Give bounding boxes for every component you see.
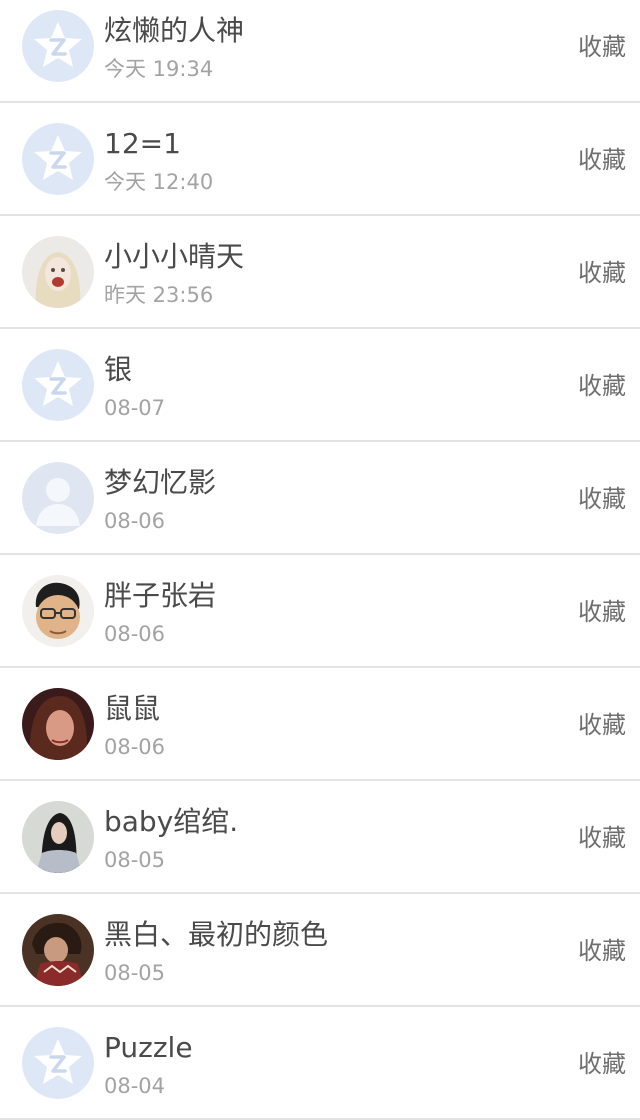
list-item[interactable]: 黑白、最初的颜色 08-05 收藏 — [0, 894, 640, 1007]
qq-star-default-avatar-icon[interactable] — [22, 349, 94, 421]
contact-name: 胖子张岩 — [104, 579, 217, 612]
list-item[interactable]: 银 08-07 收藏 — [0, 329, 640, 442]
favorite-label: 收藏 — [578, 1050, 626, 1078]
timestamp: 今天 19:34 — [104, 57, 214, 81]
user-photo-avatar-icon[interactable] — [22, 914, 94, 986]
list-item[interactable]: baby绾绾. 08-05 收藏 — [0, 781, 640, 894]
favorite-label: 收藏 — [578, 259, 626, 287]
list-item[interactable]: 小小小晴天 昨天 23:56 收藏 — [0, 216, 640, 329]
person-silhouette-avatar-icon[interactable] — [22, 462, 94, 534]
contact-name: 12=1 — [104, 127, 181, 160]
favorite-label: 收藏 — [578, 33, 626, 61]
qq-star-default-avatar-icon[interactable] — [22, 1027, 94, 1099]
list-item[interactable]: 12=1 今天 12:40 收藏 — [0, 103, 640, 216]
timestamp: 08-05 — [104, 848, 166, 872]
favorites-list: 炫懒的人神 今天 19:34 收藏 12=1 今天 12:40 收藏 小小小晴天… — [0, 0, 640, 1120]
list-item[interactable]: 胖子张岩 08-06 收藏 — [0, 555, 640, 668]
favorite-label: 收藏 — [578, 711, 626, 739]
favorite-label: 收藏 — [578, 598, 626, 626]
timestamp: 08-06 — [104, 509, 166, 533]
timestamp: 08-06 — [104, 735, 166, 759]
list-item[interactable]: 炫懒的人神 今天 19:34 收藏 — [0, 0, 640, 103]
contact-name: Puzzle — [104, 1031, 193, 1064]
user-photo-avatar-icon[interactable] — [22, 801, 94, 873]
list-item[interactable]: 鼠鼠 08-06 收藏 — [0, 668, 640, 781]
favorite-label: 收藏 — [578, 937, 626, 965]
timestamp: 昨天 23:56 — [104, 283, 214, 307]
user-photo-avatar-icon[interactable] — [22, 236, 94, 308]
favorite-label: 收藏 — [578, 824, 626, 852]
contact-name: 鼠鼠 — [104, 692, 161, 725]
contact-name: 炫懒的人神 — [104, 14, 245, 47]
qq-star-default-avatar-icon[interactable] — [22, 123, 94, 195]
user-photo-avatar-icon[interactable] — [22, 688, 94, 760]
contact-name: baby绾绾. — [104, 805, 239, 838]
timestamp: 08-06 — [104, 622, 166, 646]
favorite-label: 收藏 — [578, 485, 626, 513]
user-photo-avatar-icon[interactable] — [22, 575, 94, 647]
favorite-label: 收藏 — [578, 372, 626, 400]
contact-name: 小小小晴天 — [104, 240, 245, 273]
contact-name: 梦幻忆影 — [104, 466, 217, 499]
timestamp: 今天 12:40 — [104, 170, 214, 194]
contact-name: 银 — [104, 353, 133, 386]
list-item[interactable]: 梦幻忆影 08-06 收藏 — [0, 442, 640, 555]
contact-name: 黑白、最初的颜色 — [104, 918, 329, 951]
qq-star-default-avatar-icon[interactable] — [22, 10, 94, 82]
favorite-label: 收藏 — [578, 146, 626, 174]
list-item[interactable]: Puzzle 08-04 收藏 — [0, 1007, 640, 1120]
timestamp: 08-07 — [104, 396, 166, 420]
timestamp: 08-04 — [104, 1074, 166, 1098]
timestamp: 08-05 — [104, 961, 166, 985]
